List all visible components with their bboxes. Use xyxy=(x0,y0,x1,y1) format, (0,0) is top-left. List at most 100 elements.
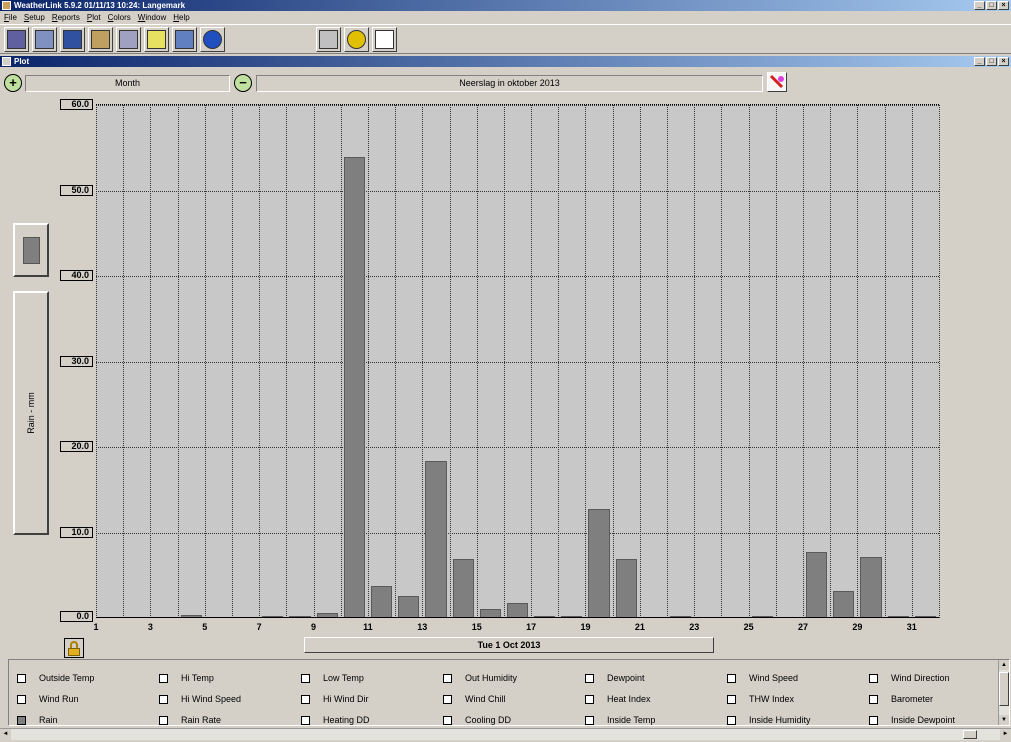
help-button[interactable] xyxy=(344,27,369,52)
print-icon xyxy=(319,30,338,49)
legend-scrollbar[interactable]: ▲ ▼ xyxy=(998,660,1009,725)
v-gridline xyxy=(694,105,696,618)
lock-button[interactable] xyxy=(64,638,84,658)
zoom-out-button[interactable]: − xyxy=(234,74,252,92)
scroll-right-arrow[interactable]: ► xyxy=(1000,729,1011,740)
bulletin-button[interactable] xyxy=(60,27,85,52)
legend-checkbox[interactable] xyxy=(159,695,168,704)
menu-reports[interactable]: Reports xyxy=(52,11,80,24)
download-icon xyxy=(35,30,54,49)
legend-checkbox[interactable] xyxy=(17,716,26,725)
horizontal-scroll-thumb[interactable] xyxy=(963,730,977,739)
v-gridline xyxy=(612,105,614,618)
zoom-in-button[interactable]: + xyxy=(4,74,22,92)
close-window-button[interactable]: × xyxy=(998,1,1009,10)
legend-checkbox[interactable] xyxy=(585,716,594,725)
station-button[interactable] xyxy=(4,27,29,52)
minimize-button[interactable]: _ xyxy=(974,1,985,10)
legend-label: Barometer xyxy=(891,694,934,704)
scroll-up-arrow[interactable]: ▲ xyxy=(999,660,1009,670)
v-gridline xyxy=(884,105,886,618)
plot-window-controls: _ □ × xyxy=(974,57,1009,66)
menu-window[interactable]: Window xyxy=(138,11,166,24)
plot-restore-button[interactable]: □ xyxy=(986,57,997,66)
summary-icon xyxy=(119,30,138,49)
rain-bar[interactable] xyxy=(615,559,637,618)
legend-checkbox[interactable] xyxy=(443,695,452,704)
menu-file[interactable]: File xyxy=(4,11,17,24)
legend-checkbox[interactable] xyxy=(585,695,594,704)
download-button[interactable] xyxy=(32,27,57,52)
v-gridline xyxy=(939,105,940,618)
legend-checkbox[interactable] xyxy=(301,716,310,725)
plot-minimize-button[interactable]: _ xyxy=(974,57,985,66)
legend-checkbox[interactable] xyxy=(869,716,878,725)
legend-checkbox[interactable] xyxy=(17,674,26,683)
legend-checkbox[interactable] xyxy=(159,674,168,683)
legend-checkbox[interactable] xyxy=(585,674,594,683)
legend-checkbox[interactable] xyxy=(869,674,878,683)
legend-label: THW Index xyxy=(749,694,795,704)
app-icon xyxy=(2,1,11,10)
plot-close-button[interactable]: × xyxy=(998,57,1009,66)
station-icon xyxy=(7,30,26,49)
v-gridline xyxy=(123,105,125,618)
v-gridline xyxy=(313,105,315,618)
legend-checkbox[interactable] xyxy=(727,716,736,725)
horizontal-scrollbar[interactable]: ◄ ► xyxy=(0,728,1011,740)
legend-checkbox[interactable] xyxy=(727,695,736,704)
rain-bar[interactable] xyxy=(806,552,828,618)
date-label[interactable]: Tue 1 Oct 2013 xyxy=(304,637,714,653)
legend-label: Rain xyxy=(39,715,58,725)
menu-plot[interactable]: Plot xyxy=(87,11,101,24)
h-gridline xyxy=(96,276,939,277)
v-gridline xyxy=(286,105,288,618)
legend-checkbox[interactable] xyxy=(301,674,310,683)
plot-button[interactable] xyxy=(88,27,113,52)
legend-checkbox[interactable] xyxy=(727,674,736,683)
scroll-left-arrow[interactable]: ◄ xyxy=(0,729,11,740)
weather-button[interactable] xyxy=(172,27,197,52)
scroll-down-arrow[interactable]: ▼ xyxy=(999,715,1009,725)
rain-bar[interactable] xyxy=(860,557,882,618)
legend-checkbox[interactable] xyxy=(159,716,168,725)
rain-bar[interactable] xyxy=(425,460,447,618)
legend-label: Wind Direction xyxy=(891,673,950,683)
rain-bar[interactable] xyxy=(452,559,474,618)
legend-checkbox[interactable] xyxy=(443,674,452,683)
legend-label: Wind Speed xyxy=(749,673,799,683)
noaa-button[interactable] xyxy=(200,27,225,52)
close-button[interactable] xyxy=(372,27,397,52)
legend-checkbox[interactable] xyxy=(443,716,452,725)
legend-label: Inside Temp xyxy=(607,715,656,725)
rain-bar[interactable] xyxy=(343,157,365,618)
x-tick-label: 9 xyxy=(311,622,317,632)
rain-bar[interactable] xyxy=(398,595,420,618)
plot-options-button[interactable] xyxy=(767,72,787,92)
chart-title-field: Neerslag in oktober 2013 xyxy=(256,75,763,92)
print-button[interactable] xyxy=(316,27,341,52)
x-tick-label: 23 xyxy=(689,622,700,632)
menu-colors[interactable]: Colors xyxy=(108,11,131,24)
scroll-thumb[interactable] xyxy=(999,672,1009,706)
menu-setup[interactable]: Setup xyxy=(24,11,45,24)
plot-window-title-bar: Plot _ □ × xyxy=(0,56,1011,67)
summary-button[interactable] xyxy=(116,27,141,52)
legend-checkbox[interactable] xyxy=(869,695,878,704)
legend-checkbox[interactable] xyxy=(301,695,310,704)
period-field[interactable]: Month xyxy=(25,75,230,92)
legend-label: Hi Temp xyxy=(181,673,214,683)
rain-bar[interactable] xyxy=(370,585,393,618)
legend-checkbox[interactable] xyxy=(17,695,26,704)
plot-area[interactable] xyxy=(96,104,940,618)
unit-label-box[interactable]: Rain - mm xyxy=(13,291,49,535)
series-color-button[interactable] xyxy=(13,223,49,277)
v-gridline xyxy=(259,105,261,618)
menu-help[interactable]: Help xyxy=(173,11,189,24)
notes-button[interactable] xyxy=(144,27,169,52)
v-gridline xyxy=(204,105,206,618)
rain-bar[interactable] xyxy=(506,602,529,618)
rain-bar[interactable] xyxy=(588,508,610,618)
rain-bar[interactable] xyxy=(833,591,855,618)
restore-button[interactable]: □ xyxy=(986,1,997,10)
